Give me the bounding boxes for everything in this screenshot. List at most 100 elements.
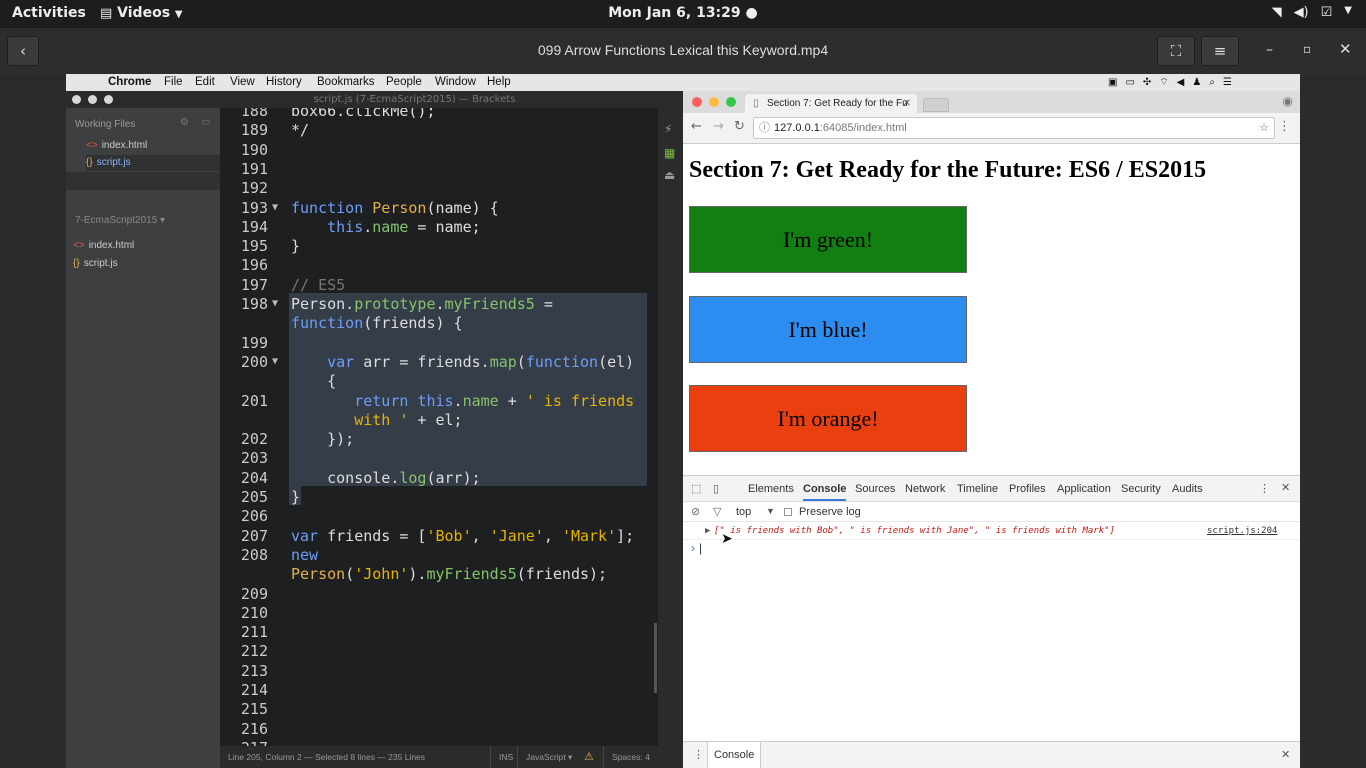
top-bar: Activities ▤ Videos ▼ Mon Jan 6, 13:29 ●… <box>0 0 1366 28</box>
reload-icon[interactable]: ↻ <box>734 119 745 134</box>
web-page: Section 7: Get Ready for the Future: ES6… <box>683 144 1300 475</box>
line-number: 206 <box>240 507 268 526</box>
extension-icon[interactable]: ▦ <box>664 146 675 160</box>
browser-tab[interactable]: ▯ Section 7: Get Ready for the Fu ✕ <box>745 94 917 113</box>
line-number: 210 <box>240 603 268 622</box>
minimize-button[interactable]: – <box>1266 42 1273 58</box>
context-select[interactable]: top <box>736 506 751 518</box>
device-icon[interactable]: ▯ <box>713 482 719 495</box>
devtools-tabs: ⬚ ▯ Elements Console Sources Network Tim… <box>683 476 1300 502</box>
expand-triangle-icon[interactable]: ▶ <box>705 522 710 540</box>
system-tray[interactable]: ◥ ◀) ☑ ▼ <box>1272 5 1352 20</box>
tab-console[interactable]: Console <box>803 483 847 501</box>
tab-network[interactable]: Network <box>905 483 945 495</box>
address-bar[interactable]: ⓘ 127.0.0.1:64085/index.html ☆ <box>753 117 1275 139</box>
menu-edit: Edit <box>195 76 215 88</box>
devtools-panel: ⬚ ▯ Elements Console Sources Network Tim… <box>683 475 1300 768</box>
line-number: 200 <box>240 352 268 371</box>
wifi-icon: ◥ <box>1271 5 1282 20</box>
tab-audits[interactable]: Audits <box>1172 483 1203 495</box>
minimize-dot[interactable] <box>88 95 97 104</box>
extract-icon[interactable]: ⏏ <box>664 168 675 182</box>
fold-arrow-icon[interactable]: ▼ <box>272 202 278 213</box>
orange-box[interactable]: I'm orange! <box>689 385 967 452</box>
live-preview-icon[interactable]: ⚡ <box>664 122 672 136</box>
kebab-menu-icon[interactable]: ⋮ <box>1278 119 1291 134</box>
working-file-script[interactable]: {} script.js <box>86 155 220 171</box>
tab-elements[interactable]: Elements <box>748 483 794 495</box>
video-frame[interactable]: Chrome File Edit View History Bookmarks … <box>66 74 1300 768</box>
clear-icon[interactable]: ⊘ <box>691 505 700 518</box>
drawer-tab-console[interactable]: Console <box>707 742 762 768</box>
tab-application[interactable]: Application <box>1057 483 1111 495</box>
profile-icon[interactable]: ◉ <box>1283 94 1293 108</box>
line-number: 189 <box>240 121 268 140</box>
console-log-entry[interactable]: ▶ [" is friends with Bob", " is friends … <box>683 522 1300 540</box>
log-source-link[interactable]: script.js:204 <box>1207 522 1277 540</box>
line-number: 198 <box>240 295 268 313</box>
close-dot[interactable] <box>72 95 81 104</box>
menu-button[interactable]: ≡ <box>1201 36 1239 66</box>
minimize-dot[interactable] <box>709 97 719 107</box>
clock[interactable]: Mon Jan 6, 13:29 ● <box>0 5 1366 21</box>
gear-icon[interactable]: ⚙ <box>180 117 189 128</box>
kebab-menu-icon[interactable]: ⋮ <box>693 748 704 761</box>
status-bar: Line 205, Column 2 — Selected 8 lines — … <box>220 746 683 768</box>
line-number: 197 <box>240 275 268 294</box>
close-dot[interactable] <box>692 97 702 107</box>
split-icon[interactable]: ▭ <box>201 117 210 128</box>
project-dropdown[interactable]: 7-EcmaScript2015 ▾ <box>75 215 165 226</box>
project-file-script[interactable]: {} script.js <box>73 256 207 272</box>
sidebar-divider <box>66 172 220 190</box>
working-file-index[interactable]: <> index.html <box>86 138 220 154</box>
line-number: 211 <box>240 623 268 642</box>
fold-arrow-icon[interactable]: ▼ <box>272 298 278 309</box>
log-message: [" is friends with Bob", " is friends wi… <box>714 526 1115 536</box>
line-number: 214 <box>240 681 268 699</box>
tab-sources[interactable]: Sources <box>855 483 895 495</box>
tab-timeline[interactable]: Timeline <box>957 483 998 495</box>
maximize-button[interactable]: ▫ <box>1303 42 1311 56</box>
code-editor[interactable]: 188 box66.clickMe(); 189 */ 190 191 192 193 ▼ fun… <box>220 108 658 746</box>
code-line: new <box>291 545 319 564</box>
console-prompt[interactable]: › | <box>691 541 702 555</box>
menu-view: View <box>230 76 255 88</box>
menu-file: File <box>164 76 183 88</box>
scrollbar[interactable] <box>654 623 657 693</box>
back-arrow-icon[interactable]: ← <box>691 119 702 134</box>
language-select[interactable]: JavaScript ▾ <box>517 746 572 768</box>
back-button[interactable]: ‹ <box>7 36 39 66</box>
blue-box[interactable]: I'm blue! <box>689 296 967 363</box>
browser-toolbar: ← → ↻ ⓘ 127.0.0.1:64085/index.html ☆ ⋮ <box>683 113 1300 144</box>
forward-arrow-icon[interactable]: → <box>713 119 724 134</box>
zoom-dot[interactable] <box>104 95 113 104</box>
code-line: */ <box>291 121 310 140</box>
close-icon[interactable]: ✕ <box>903 94 911 113</box>
project-file-index[interactable]: <> index.html <box>73 238 207 254</box>
tab-security[interactable]: Security <box>1121 483 1161 495</box>
line-number: 205 <box>240 488 268 506</box>
code-line: } <box>291 237 301 256</box>
tab-profiles[interactable]: Profiles <box>1009 483 1046 495</box>
close-icon[interactable]: ✕ <box>1281 748 1290 761</box>
activities-button[interactable]: Activities <box>12 5 86 21</box>
green-box[interactable]: I'm green! <box>689 206 967 273</box>
line-number: 207 <box>240 526 268 545</box>
fullscreen-button[interactable]: ⛶ <box>1157 36 1195 66</box>
line-number: 191 <box>240 159 268 178</box>
filter-icon[interactable]: ▽ <box>713 505 721 518</box>
zoom-dot[interactable] <box>726 97 736 107</box>
warning-icon[interactable]: ⚠ <box>584 746 594 768</box>
kebab-menu-icon[interactable]: ⋮ <box>1259 482 1270 495</box>
preserve-log-checkbox[interactable] <box>784 508 792 516</box>
close-icon[interactable]: ✕ <box>1281 481 1290 494</box>
star-icon[interactable]: ☆ <box>1259 118 1269 138</box>
app-menu[interactable]: ▤ Videos ▼ <box>100 5 183 21</box>
js-icon: {} <box>86 157 93 168</box>
info-icon: ⓘ <box>759 122 770 134</box>
close-button[interactable]: ✕ <box>1339 40 1352 58</box>
fold-arrow-icon[interactable]: ▼ <box>272 356 278 367</box>
inspect-icon[interactable]: ⬚ <box>691 482 701 495</box>
new-tab-button[interactable] <box>923 98 949 112</box>
spaces-setting[interactable]: Spaces: 4 <box>603 746 650 768</box>
